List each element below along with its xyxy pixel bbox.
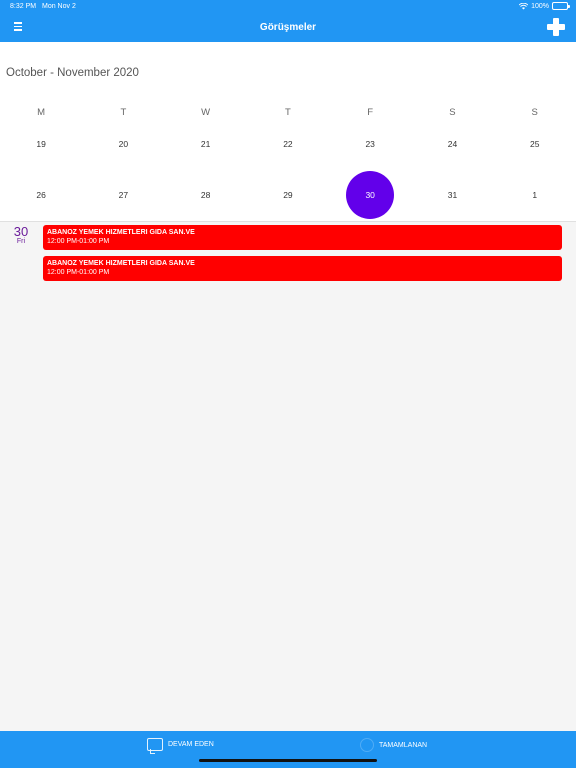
agenda-list: 30 Fri ABANOZ YEMEK HIZMETLERI GIDA SAN.… bbox=[0, 222, 576, 731]
agenda-date: 30 Fri bbox=[10, 224, 32, 245]
day-number: 25 bbox=[529, 139, 540, 149]
agenda-weekday: Fri bbox=[16, 238, 26, 245]
calendar-day[interactable]: 20 bbox=[82, 139, 164, 149]
status-time: 8:32 PM bbox=[10, 3, 37, 10]
bottom-tab-bar: DEVAM EDEN TAMAMLANAN bbox=[0, 731, 576, 768]
weekday-label: T bbox=[120, 107, 127, 118]
calendar-day[interactable]: 19 bbox=[0, 139, 82, 149]
calendar-day-selected[interactable]: 30 bbox=[329, 171, 411, 219]
event-time: 12:00 PM-01:00 PM bbox=[47, 269, 110, 276]
status-right: 100% bbox=[519, 2, 570, 10]
event-card[interactable]: ABANOZ YEMEK HIZMETLERI GIDA SAN.VE 12:0… bbox=[43, 225, 562, 250]
calendar: October - November 2020 M T W T F S S 19… bbox=[0, 42, 576, 222]
calendar-day[interactable]: 23 bbox=[329, 139, 411, 149]
check-circle-icon bbox=[360, 738, 374, 752]
weekday-label: M bbox=[37, 107, 46, 118]
weekday-label: S bbox=[531, 107, 538, 118]
calendar-day[interactable]: 26 bbox=[0, 190, 82, 200]
calendar-week: 26 27 28 29 30 31 1 bbox=[0, 171, 576, 219]
top-app-bar: 8:32 PM Mon Nov 2 100% Görüşmeler bbox=[0, 0, 576, 42]
status-date: Mon Nov 2 bbox=[42, 3, 76, 10]
weekday-label: F bbox=[367, 107, 374, 118]
day-number: 31 bbox=[447, 190, 458, 200]
calendar-day[interactable]: 29 bbox=[247, 190, 329, 200]
day-number: 29 bbox=[283, 190, 293, 200]
calendar-week: 19 20 21 22 23 24 25 bbox=[0, 139, 576, 149]
event-card[interactable]: ABANOZ YEMEK HIZMETLERI GIDA SAN.VE 12:0… bbox=[43, 256, 562, 281]
event-title: ABANOZ YEMEK HIZMETLERI GIDA SAN.VE bbox=[47, 229, 195, 236]
battery-percent: 100% bbox=[531, 2, 549, 10]
tab-devam-eden[interactable]: DEVAM EDEN bbox=[147, 738, 214, 754]
day-number: 1 bbox=[532, 190, 538, 200]
agenda-day-number: 30 bbox=[13, 224, 29, 239]
tab-tamamlanan[interactable]: TAMAMLANAN bbox=[360, 738, 427, 752]
day-number: 26 bbox=[36, 190, 46, 200]
day-number: 24 bbox=[447, 139, 458, 149]
event-title: ABANOZ YEMEK HIZMETLERI GIDA SAN.VE bbox=[47, 260, 195, 267]
home-indicator bbox=[199, 759, 377, 762]
calendar-day[interactable]: 25 bbox=[494, 139, 576, 149]
day-number: 21 bbox=[200, 139, 211, 149]
weekday-header: M T W T F S S bbox=[0, 107, 576, 118]
add-button-plus-icon[interactable] bbox=[547, 18, 565, 36]
day-number: 28 bbox=[200, 190, 211, 200]
calendar-day[interactable]: 21 bbox=[165, 139, 247, 149]
day-number: 30 bbox=[365, 190, 375, 200]
calendar-day[interactable]: 24 bbox=[411, 139, 493, 149]
calendar-day[interactable]: 28 bbox=[165, 190, 247, 200]
day-number: 22 bbox=[283, 139, 293, 149]
chat-icon bbox=[147, 738, 163, 754]
weekday-label: S bbox=[449, 107, 456, 118]
battery-icon bbox=[552, 2, 570, 10]
tab-label: TAMAMLANAN bbox=[379, 741, 428, 749]
weekday-label: W bbox=[201, 107, 211, 118]
event-time: 12:00 PM-01:00 PM bbox=[47, 238, 110, 245]
day-number: 20 bbox=[118, 139, 129, 149]
page-title: Görüşmeler bbox=[259, 22, 317, 33]
day-number: 23 bbox=[365, 139, 375, 149]
calendar-day[interactable]: 27 bbox=[82, 190, 164, 200]
wifi-icon bbox=[519, 2, 529, 9]
day-number: 19 bbox=[36, 139, 46, 149]
day-number: 27 bbox=[118, 190, 129, 200]
calendar-day[interactable]: 22 bbox=[247, 139, 329, 149]
calendar-day[interactable]: 1 bbox=[494, 190, 576, 200]
calendar-range-title: October - November 2020 bbox=[6, 67, 139, 79]
calendar-day[interactable]: 31 bbox=[411, 190, 493, 200]
tab-label: DEVAM EDEN bbox=[168, 741, 214, 748]
weekday-label: T bbox=[285, 107, 291, 118]
